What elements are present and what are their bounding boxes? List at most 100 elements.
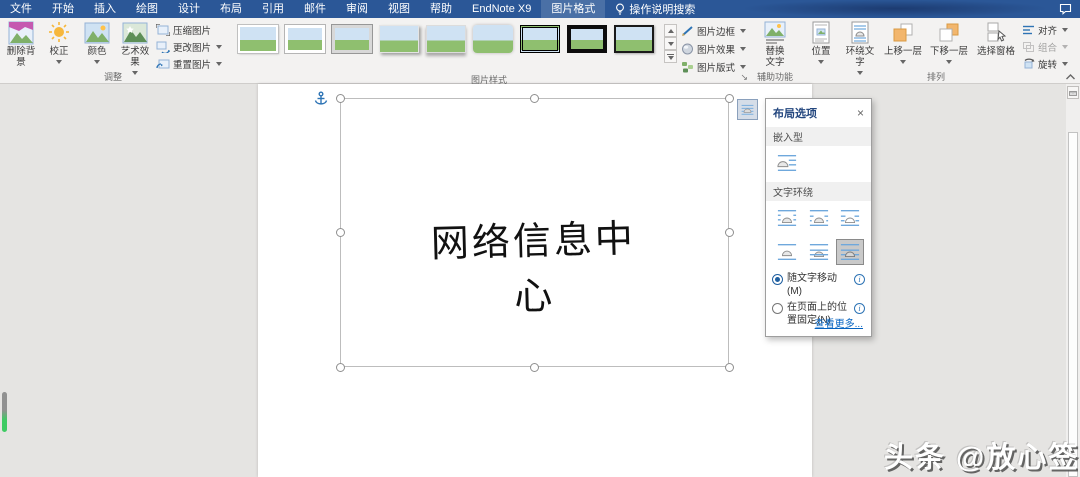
dropdown-caret-icon [56, 59, 62, 64]
gallery-more-button[interactable] [664, 50, 678, 63]
tab-file[interactable]: 文件 [0, 0, 42, 18]
send-backward-button[interactable]: 下移一层 [926, 19, 972, 71]
position-icon [810, 21, 832, 45]
scrollbar-thumb[interactable] [1068, 132, 1078, 477]
align-button[interactable]: 对齐 [1022, 23, 1069, 37]
picture-style-thumb[interactable] [379, 25, 420, 53]
tab-home[interactable]: 开始 [42, 0, 84, 18]
dropdown-caret-icon [216, 44, 223, 49]
change-picture-icon [156, 41, 170, 53]
wrap-text-icon [849, 21, 871, 45]
picture-style-thumb[interactable] [473, 25, 514, 53]
selection-handle[interactable] [336, 94, 345, 103]
ribbon-group-accessibility: 替换文字 辅助功能 [752, 18, 798, 83]
dropdown-caret-icon [900, 59, 907, 64]
group-label-arrange: 排列 [927, 72, 946, 82]
picture-effects-button[interactable]: 图片效果 [681, 42, 747, 56]
tell-me-search[interactable]: 操作说明搜索 [605, 0, 705, 18]
ribbon: 删除背景 校正 颜色 艺术效果 压缩图片 更改图片 重置图片 调整 图片边框 图… [0, 18, 1080, 85]
dropdown-caret-icon [946, 59, 953, 64]
radio-move-with-text[interactable]: 随文字移动(M) i [766, 269, 871, 298]
picture-style-thumb[interactable] [426, 25, 467, 53]
tab-draw[interactable]: 绘图 [126, 0, 168, 18]
tab-review[interactable]: 审阅 [336, 0, 378, 18]
remove-background-button[interactable]: 删除背景 [2, 19, 40, 71]
corrections-label: 校正 [49, 46, 69, 57]
wrap-option-tight[interactable] [805, 205, 833, 231]
tab-layout[interactable]: 布局 [210, 0, 252, 18]
selection-handle[interactable] [725, 228, 734, 237]
alt-text-icon [762, 21, 788, 45]
rotate-label: 旋转 [1038, 60, 1058, 71]
tab-picture-format[interactable]: 图片格式 [541, 0, 606, 18]
wrap-option-in-front[interactable] [836, 239, 865, 265]
wrap-option-through[interactable] [836, 205, 864, 231]
picture-border-button[interactable]: 图片边框 [681, 24, 747, 38]
picture-style-thumb[interactable] [284, 24, 327, 54]
gallery-scroll [664, 24, 678, 63]
wrap-option-top-bottom[interactable] [773, 239, 801, 265]
see-more-link[interactable]: 查看更多... [815, 315, 863, 330]
picture-style-thumb[interactable] [331, 24, 374, 54]
crop-button[interactable]: 裁剪 [1076, 19, 1080, 71]
lightbulb-icon [615, 3, 625, 15]
bring-forward-button[interactable]: 上移一层 [880, 19, 926, 71]
selection-handle[interactable] [530, 363, 539, 372]
alt-text-button[interactable]: 替换文字 [754, 19, 796, 71]
corrections-button[interactable]: 校正 [40, 19, 78, 71]
change-picture-button[interactable]: 更改图片 [156, 40, 223, 54]
picture-styles-gallery [230, 19, 660, 54]
wrap-option-square[interactable] [773, 205, 801, 231]
wrap-option-inline[interactable] [773, 150, 801, 176]
dropdown-caret-icon [740, 46, 747, 51]
send-backward-icon [937, 21, 961, 45]
radio-unselected-icon [772, 303, 783, 314]
picture-layout-icon [681, 61, 694, 73]
tab-mailings[interactable]: 邮件 [294, 0, 336, 18]
group-objects-icon [1022, 41, 1035, 53]
wrap-section-header: 文字环绕 [766, 182, 871, 201]
tab-help[interactable]: 帮助 [420, 0, 462, 18]
color-picture-icon [84, 21, 110, 45]
tab-insert[interactable]: 插入 [84, 0, 126, 18]
color-button[interactable]: 颜色 [78, 19, 116, 71]
reset-picture-button[interactable]: 重置图片 [156, 57, 223, 71]
layout-options-button[interactable] [737, 99, 758, 120]
ruler-toggle-button[interactable] [1067, 86, 1079, 99]
selection-pane-icon [984, 21, 1008, 45]
wrap-option-behind-text[interactable] [805, 239, 833, 265]
picture-layout-label: 图片版式 [697, 63, 736, 74]
gallery-scroll-up-button[interactable] [664, 24, 678, 37]
tab-references[interactable]: 引用 [252, 0, 294, 18]
down-arrow-icon [667, 55, 674, 60]
compress-pictures-button[interactable]: 压缩图片 [156, 23, 222, 37]
wrap-text-button[interactable]: 环绕文字 [840, 19, 880, 75]
tab-endnote[interactable]: EndNote X9 [462, 0, 541, 18]
artistic-effects-icon [122, 21, 148, 45]
info-icon[interactable]: i [854, 274, 865, 285]
picture-style-thumb[interactable] [237, 24, 280, 54]
wrap-text-label: 环绕文字 [845, 46, 875, 68]
picture-style-thumb[interactable] [614, 25, 655, 53]
info-icon[interactable]: i [854, 303, 865, 314]
selection-handle[interactable] [336, 228, 345, 237]
comments-icon[interactable] [1059, 3, 1072, 15]
picture-layout-button[interactable]: 图片版式 [681, 60, 747, 74]
selection-handle[interactable] [336, 363, 345, 372]
gallery-scroll-down-button[interactable] [664, 37, 678, 50]
tab-view[interactable]: 视图 [378, 0, 420, 18]
tab-design[interactable]: 设计 [168, 0, 210, 18]
rotate-button[interactable]: 旋转 [1022, 57, 1069, 71]
picture-style-thumb[interactable] [520, 25, 561, 53]
position-label: 位置 [811, 46, 831, 57]
artistic-effects-button[interactable]: 艺术效果 [116, 19, 154, 75]
selection-handle[interactable] [725, 94, 734, 103]
selection-handle[interactable] [530, 94, 539, 103]
collapse-ribbon-button[interactable] [1065, 73, 1076, 81]
selection-handle[interactable] [725, 363, 734, 372]
selection-pane-button[interactable]: 选择窗格 [972, 19, 1020, 71]
picture-style-thumb[interactable] [567, 25, 608, 53]
dialog-launcher-icon[interactable]: ↘ [740, 72, 748, 82]
close-icon[interactable]: × [857, 107, 864, 119]
position-button[interactable]: 位置 [802, 19, 840, 71]
